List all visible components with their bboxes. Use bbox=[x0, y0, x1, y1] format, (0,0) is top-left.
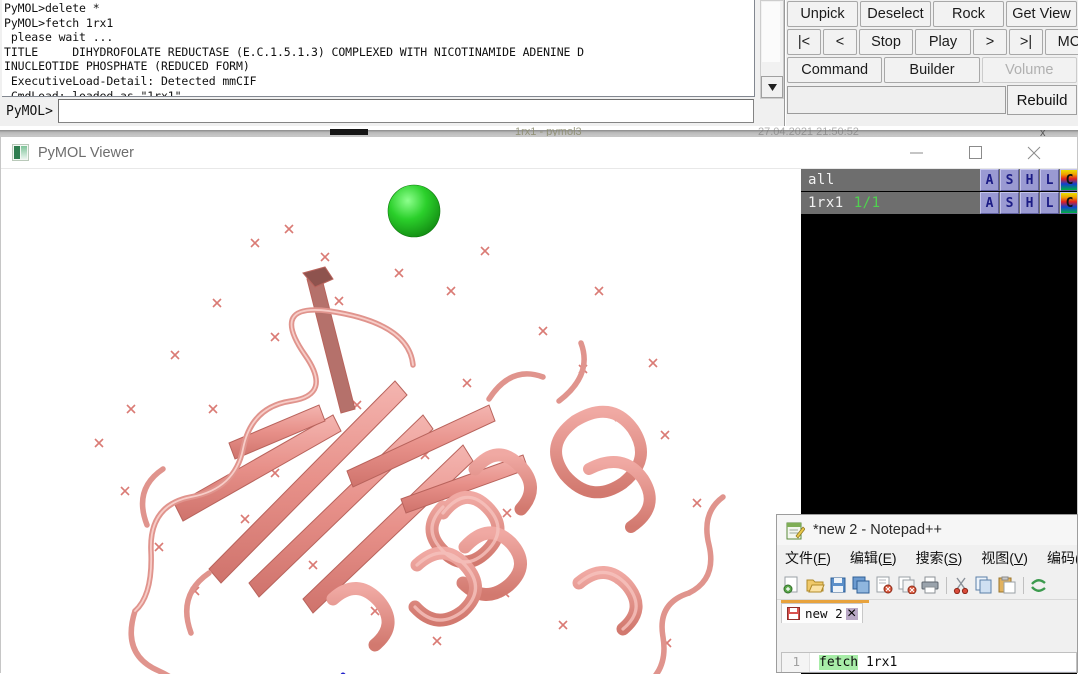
save-disk-icon bbox=[787, 607, 800, 620]
button-row-modes: Command Builder Volume bbox=[786, 56, 1078, 84]
new-file-icon[interactable] bbox=[783, 576, 802, 594]
protein-structure-render bbox=[3, 169, 801, 674]
object-row-all[interactable]: all A S H L C bbox=[801, 169, 1077, 191]
console-prompt-label: PyMOL> bbox=[2, 104, 58, 119]
object-name: all bbox=[801, 172, 835, 188]
label-menu-button[interactable]: L bbox=[1040, 192, 1059, 214]
pymol-button-panel: Unpick Deselect Rock Get View |< < Stop … bbox=[786, 0, 1078, 126]
console-prompt-row: PyMOL> bbox=[2, 98, 754, 124]
console-command-input[interactable] bbox=[58, 99, 754, 123]
close-file-icon[interactable] bbox=[875, 576, 894, 594]
close-icon[interactable] bbox=[1011, 137, 1057, 168]
paste-icon[interactable] bbox=[998, 576, 1017, 594]
movie-play-button[interactable]: Play bbox=[915, 29, 971, 55]
notepad-tabbar: new 2 × bbox=[777, 600, 1077, 623]
notepad-menubar: 文件(F) 编辑(E) 搜索(S) 视图(V) 编码(N bbox=[777, 545, 1077, 571]
movie-clear-button[interactable]: MClear bbox=[1045, 29, 1078, 55]
pymol-app-icon bbox=[12, 144, 29, 161]
show-menu-button[interactable]: S bbox=[1000, 192, 1019, 214]
menu-file[interactable]: 文件(F) bbox=[785, 548, 831, 568]
object-action-buttons: A S H L C bbox=[979, 192, 1077, 214]
molecular-render-canvas[interactable] bbox=[3, 169, 801, 674]
object-row-1rx1[interactable]: 1rx1 1/1 A S H L C bbox=[801, 192, 1077, 214]
save-icon[interactable] bbox=[829, 576, 848, 594]
menu-edit[interactable]: 编辑(E) bbox=[850, 548, 897, 568]
rebuild-button[interactable]: Rebuild bbox=[1007, 85, 1077, 115]
notepad-plus-plus-icon bbox=[786, 521, 805, 540]
notepad-window-title: *new 2 - Notepad++ bbox=[813, 522, 942, 538]
tab-close-icon[interactable]: × bbox=[846, 608, 858, 620]
notepad-editor-area[interactable]: 1 fetch 1rx1 2 fetch 1rx1, type=2fofc bbox=[781, 652, 1077, 673]
toolbar-separator bbox=[946, 577, 947, 594]
notepad-toolbar bbox=[777, 571, 1077, 600]
button-row-rebuild: Rebuild bbox=[786, 84, 1078, 115]
copy-icon[interactable] bbox=[975, 576, 994, 594]
movie-previous-frame-button[interactable]: < bbox=[823, 29, 857, 55]
console-output-text: PyMOL>delete * PyMOL>fetch 1rx1 please w… bbox=[2, 0, 754, 97]
get-view-button[interactable]: Get View bbox=[1006, 1, 1077, 27]
action-menu-button[interactable]: A bbox=[980, 192, 999, 214]
console-scrollbar[interactable] bbox=[760, 0, 784, 99]
code-line[interactable]: 1 fetch 1rx1 bbox=[782, 653, 1076, 671]
viewer-window-title: PyMOL Viewer bbox=[38, 145, 134, 161]
menu-encoding[interactable]: 编码(N bbox=[1047, 548, 1077, 568]
button-row-movie-controls: |< < Stop Play > >| MClear bbox=[786, 28, 1078, 56]
ion-sphere bbox=[388, 185, 440, 237]
object-name: 1rx1 bbox=[801, 195, 844, 211]
save-all-icon[interactable] bbox=[852, 576, 871, 594]
unpick-button[interactable]: Unpick bbox=[787, 1, 858, 27]
movie-next-frame-button[interactable]: > bbox=[973, 29, 1007, 55]
pymol-console-panel: PyMOL>delete * PyMOL>fetch 1rx1 please w… bbox=[0, 0, 785, 126]
code-keyword: fetch bbox=[819, 655, 858, 670]
builder-entry-field[interactable] bbox=[787, 86, 1006, 114]
console-output-area[interactable]: PyMOL>delete * PyMOL>fetch 1rx1 please w… bbox=[2, 0, 755, 97]
notepad-titlebar[interactable]: *new 2 - Notepad++ bbox=[777, 515, 1077, 545]
hide-menu-button[interactable]: H bbox=[1020, 192, 1039, 214]
menu-search[interactable]: 搜索(S) bbox=[916, 548, 963, 568]
label-menu-button[interactable]: L bbox=[1040, 169, 1059, 191]
color-menu-button[interactable]: C bbox=[1060, 169, 1077, 191]
background-window-marker bbox=[330, 129, 368, 135]
object-action-buttons: A S H L C bbox=[979, 169, 1077, 191]
line-number: 1 bbox=[782, 653, 810, 671]
cut-icon[interactable] bbox=[952, 576, 971, 594]
deselect-button[interactable]: Deselect bbox=[860, 1, 931, 27]
movie-last-frame-button[interactable]: >| bbox=[1009, 29, 1043, 55]
button-row-actions: Unpick Deselect Rock Get View bbox=[786, 0, 1078, 28]
minimize-icon[interactable] bbox=[893, 137, 939, 168]
viewer-titlebar[interactable]: PyMOL Viewer bbox=[1, 137, 1077, 169]
code-text[interactable]: fetch 1rx1 bbox=[810, 655, 897, 670]
hide-menu-button[interactable]: H bbox=[1020, 169, 1039, 191]
editor-tab-label: new 2 bbox=[805, 606, 843, 621]
builder-mode-button[interactable]: Builder bbox=[884, 57, 979, 83]
movie-stop-button[interactable]: Stop bbox=[859, 29, 913, 55]
editor-tab-new2[interactable]: new 2 × bbox=[781, 603, 863, 623]
rock-button[interactable]: Rock bbox=[933, 1, 1004, 27]
menu-view[interactable]: 视图(V) bbox=[981, 548, 1028, 568]
color-menu-button[interactable]: C bbox=[1060, 192, 1077, 214]
close-all-icon[interactable] bbox=[898, 576, 917, 594]
maximize-icon[interactable] bbox=[952, 137, 998, 168]
notepad-plus-plus-window: *new 2 - Notepad++ 文件(F) 编辑(E) 搜索(S) 视图(… bbox=[776, 514, 1078, 673]
print-icon[interactable] bbox=[921, 576, 940, 594]
movie-first-frame-button[interactable]: |< bbox=[787, 29, 821, 55]
object-state: 1/1 bbox=[844, 195, 881, 211]
console-scrollbar-thumb[interactable] bbox=[762, 2, 780, 62]
show-menu-button[interactable]: S bbox=[1000, 169, 1019, 191]
volume-mode-button: Volume bbox=[982, 57, 1077, 83]
toolbar-separator bbox=[1023, 577, 1024, 594]
undo-icon[interactable] bbox=[1029, 576, 1048, 594]
command-mode-button[interactable]: Command bbox=[787, 57, 882, 83]
scroll-down-arrow-icon[interactable] bbox=[761, 76, 783, 98]
action-menu-button[interactable]: A bbox=[980, 169, 999, 191]
code-rest: 1rx1 bbox=[858, 655, 897, 670]
open-file-icon[interactable] bbox=[806, 576, 825, 594]
